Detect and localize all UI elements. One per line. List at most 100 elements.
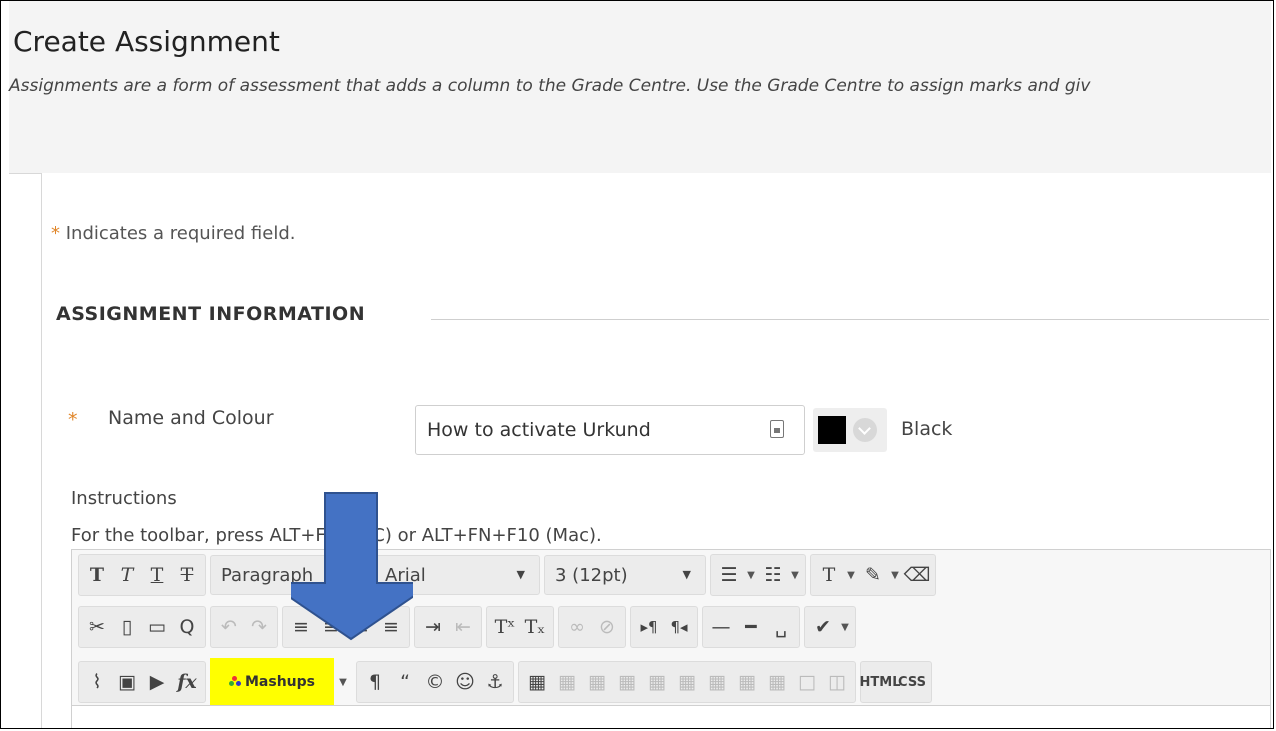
toolbar-row-3: ⌇ ▣ ▶ fx Mashups ▼ ¶ “ © ☺ ⚓ ▦ ▦ ▦ ▦ ▦ ▦… bbox=[78, 658, 936, 706]
required-star: * bbox=[51, 223, 60, 244]
callout-arrow-shape bbox=[291, 492, 413, 641]
css-button[interactable]: CSS bbox=[896, 665, 928, 699]
emoticon-icon[interactable]: ☺ bbox=[450, 665, 480, 699]
chevron-down-icon: ▼ bbox=[682, 568, 691, 581]
subscript-icon[interactable]: Tₓ bbox=[520, 610, 550, 644]
chevron-down-icon[interactable]: ▼ bbox=[838, 622, 852, 633]
numbered-list-icon[interactable]: ☷ bbox=[758, 558, 788, 592]
chevron-down-icon[interactable]: ▼ bbox=[788, 570, 802, 581]
quote-icon[interactable]: “ bbox=[390, 665, 420, 699]
link-icon[interactable]: ∞ bbox=[562, 610, 592, 644]
mashups-icon bbox=[229, 676, 241, 688]
input-helper-icon[interactable] bbox=[770, 420, 784, 438]
size-select[interactable]: 3 (12pt) ▼ bbox=[544, 555, 706, 595]
page-description: Assignments are a form of assessment tha… bbox=[9, 76, 1091, 96]
media-icon[interactable]: ▶ bbox=[142, 665, 172, 699]
ltr-icon[interactable]: ▸¶ bbox=[634, 610, 664, 644]
editor-body[interactable] bbox=[72, 705, 1270, 728]
link-group: ∞ ⊘ bbox=[558, 606, 626, 648]
page-header: Create Assignment Assignments are a form… bbox=[9, 1, 1271, 174]
table-row-icon[interactable]: ▦ bbox=[552, 665, 582, 699]
spellcheck-group: ✔ ▼ bbox=[804, 606, 856, 648]
code-group: HTML CSS bbox=[860, 661, 932, 703]
find-icon[interactable]: Q bbox=[172, 610, 202, 644]
table-delete-row-icon[interactable]: ▦ bbox=[612, 665, 642, 699]
required-note-text: Indicates a required field. bbox=[65, 223, 296, 244]
script-group: Tˣ Tₓ bbox=[486, 606, 554, 648]
highlight-pen-icon[interactable]: ✎ bbox=[858, 558, 888, 592]
page-title: Create Assignment bbox=[13, 25, 280, 58]
table-icon[interactable]: ▦ bbox=[522, 665, 552, 699]
rich-text-editor: T T T T Paragraph ▼ Arial ▼ 3 (12pt) ▼ ☰… bbox=[71, 549, 1271, 728]
insert-group: ⌇ ▣ ▶ fx bbox=[78, 661, 206, 703]
chevron-down-icon[interactable] bbox=[853, 418, 877, 442]
indent-icon[interactable]: ⇥ bbox=[418, 610, 448, 644]
window-frame: Create Assignment Assignments are a form… bbox=[0, 0, 1274, 729]
section-divider bbox=[431, 319, 1269, 320]
colour-name: Black bbox=[901, 418, 953, 440]
required-note: * Indicates a required field. bbox=[51, 223, 296, 244]
chevron-down-icon[interactable]: ▼ bbox=[336, 677, 350, 688]
chevron-down-icon: ▼ bbox=[516, 568, 525, 581]
outdent-icon[interactable]: ⇤ bbox=[448, 610, 478, 644]
color-group: T ▼ ✎ ▼ ⌫ bbox=[810, 554, 936, 596]
horizontal-line-icon[interactable]: — bbox=[706, 610, 736, 644]
text-colour-icon[interactable]: T bbox=[814, 558, 844, 592]
mashups-label: Mashups bbox=[245, 674, 315, 690]
copyright-icon[interactable]: © bbox=[420, 665, 450, 699]
anchor-icon[interactable]: ⚓ bbox=[480, 665, 510, 699]
name-colour-label: Name and Colour bbox=[108, 407, 274, 429]
rtl-icon[interactable]: ¶◂ bbox=[664, 610, 694, 644]
table-props-icon[interactable]: □ bbox=[792, 665, 822, 699]
direction-group: ▸¶ ¶◂ bbox=[630, 606, 698, 648]
paragraph-icon[interactable]: ¶ bbox=[360, 665, 390, 699]
spellcheck-icon[interactable]: ✔ bbox=[808, 610, 838, 644]
bold-icon[interactable]: T bbox=[82, 558, 112, 592]
section-title: ASSIGNMENT INFORMATION bbox=[56, 303, 366, 325]
bullet-list-icon[interactable]: ☰ bbox=[714, 558, 744, 592]
html-button[interactable]: HTML bbox=[860, 665, 901, 699]
strikethrough-icon[interactable]: T bbox=[172, 558, 202, 592]
chevron-down-icon[interactable]: ▼ bbox=[744, 570, 758, 581]
chevron-down-icon[interactable]: ▼ bbox=[844, 570, 858, 581]
mashups-button[interactable]: Mashups bbox=[210, 658, 334, 706]
eraser-icon[interactable]: ⌫ bbox=[902, 558, 932, 592]
table-split-icon[interactable]: ▦ bbox=[732, 665, 762, 699]
indent-group: ⇥ ⇤ bbox=[414, 606, 482, 648]
paste-icon[interactable]: ▭ bbox=[142, 610, 172, 644]
thick-line-icon[interactable]: ━ bbox=[736, 610, 766, 644]
table-merge-icon[interactable]: ▦ bbox=[702, 665, 732, 699]
toolbar-row-1: T T T T Paragraph ▼ Arial ▼ 3 (12pt) ▼ ☰… bbox=[78, 554, 940, 596]
table-group: ▦ ▦ ▦ ▦ ▦ ▦ ▦ ▦ ▦ □ ◫ bbox=[518, 661, 856, 703]
name-input[interactable]: How to activate Urkund bbox=[415, 405, 805, 455]
undo-group: ↶ ↷ bbox=[210, 606, 278, 648]
callout-arrow bbox=[291, 492, 413, 641]
underline-icon[interactable]: T bbox=[142, 558, 172, 592]
clipboard-group: ✂ ▯ ▭ Q bbox=[78, 606, 206, 648]
redo-icon[interactable]: ↷ bbox=[244, 610, 274, 644]
table-insert-row-icon[interactable]: ▦ bbox=[582, 665, 612, 699]
name-required-star: * bbox=[68, 409, 78, 431]
name-input-value: How to activate Urkund bbox=[427, 419, 651, 441]
image-icon[interactable]: ▣ bbox=[112, 665, 142, 699]
table-delete-icon[interactable]: ◫ bbox=[822, 665, 852, 699]
table-cell-icon[interactable]: ▦ bbox=[762, 665, 792, 699]
attachment-icon[interactable]: ⌇ bbox=[82, 665, 112, 699]
math-icon[interactable]: fx bbox=[172, 665, 202, 699]
table-delete-col-icon[interactable]: ▦ bbox=[672, 665, 702, 699]
chevron-down-icon[interactable]: ▼ bbox=[888, 570, 902, 581]
italic-icon[interactable]: T bbox=[112, 558, 142, 592]
colour-swatch bbox=[818, 416, 846, 444]
rule-group: — ━ ␣ bbox=[702, 606, 800, 648]
unlink-icon[interactable]: ⊘ bbox=[592, 610, 622, 644]
superscript-icon[interactable]: Tˣ bbox=[490, 610, 520, 644]
undo-icon[interactable]: ↶ bbox=[214, 610, 244, 644]
size-select-value: 3 (12pt) bbox=[555, 564, 628, 586]
toolbar-row-2: ✂ ▯ ▭ Q ↶ ↷ ≡ ≡ ≡ ≡ ⇥ ⇤ Tˣ Tₓ bbox=[78, 606, 860, 648]
table-insert-col-icon[interactable]: ▦ bbox=[642, 665, 672, 699]
text-style-group: T T T T bbox=[78, 554, 206, 596]
nonbreaking-space-icon[interactable]: ␣ bbox=[766, 610, 796, 644]
copy-icon[interactable]: ▯ bbox=[112, 610, 142, 644]
cut-icon[interactable]: ✂ bbox=[82, 610, 112, 644]
colour-picker[interactable] bbox=[813, 408, 887, 452]
